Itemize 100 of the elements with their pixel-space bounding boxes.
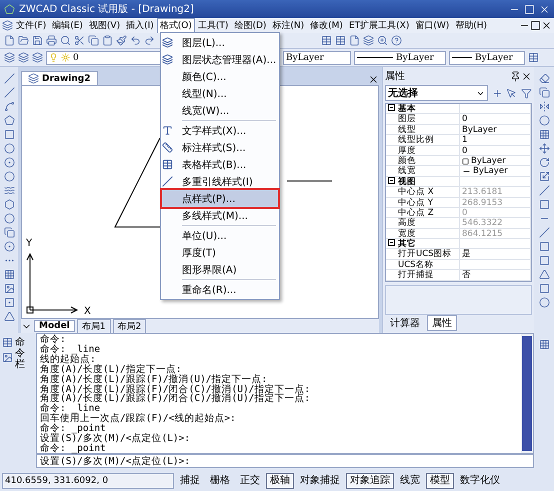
page-icon[interactable] (349, 35, 360, 46)
status-toggle[interactable]: 栅格 (206, 472, 234, 488)
line-icon[interactable] (4, 87, 14, 98)
help-icon[interactable] (391, 35, 402, 46)
close-icon[interactable] (521, 70, 532, 82)
scrollbar[interactable] (521, 334, 533, 453)
menu-entry[interactable]: 线宽(W)... (162, 102, 278, 119)
zoom-icon[interactable] (377, 35, 388, 46)
polygon-icon[interactable] (4, 199, 14, 210)
table-icon[interactable] (2, 337, 13, 348)
menu-item[interactable]: 窗口(W) (412, 18, 452, 33)
layers-icon[interactable] (18, 52, 29, 63)
folder-icon[interactable] (18, 35, 29, 46)
menu-item[interactable]: 工具(T) (194, 18, 232, 33)
menu-entry[interactable]: 多重引线样式(I) (162, 173, 278, 190)
wave-icon[interactable] (4, 185, 14, 196)
brush-icon[interactable] (116, 35, 127, 46)
lineweight-dropdown[interactable]: ByLayer (449, 50, 525, 64)
menu-entry[interactable]: 重命名(R)... (162, 281, 278, 298)
copy-icon[interactable] (88, 35, 99, 46)
menu-entry[interactable]: 图形界限(A) (162, 261, 278, 278)
triangle-icon[interactable] (538, 269, 550, 280)
restore-icon[interactable] (530, 20, 541, 31)
layout-tab[interactable]: 布局1 (76, 318, 111, 334)
menu-item[interactable]: 绘图(D) (231, 18, 270, 33)
circle-icon[interactable] (4, 157, 14, 168)
menu-entry[interactable]: 颜色(C)... (162, 68, 278, 85)
layers-icon[interactable] (32, 52, 43, 63)
table-icon[interactable] (528, 52, 539, 63)
property-value[interactable]: ByLayer (460, 124, 531, 136)
add-icon[interactable] (492, 88, 502, 98)
move-icon[interactable] (538, 143, 550, 154)
document-icon[interactable] (28, 73, 39, 84)
printer-icon[interactable] (46, 35, 57, 46)
menu-item[interactable]: ET扩展工具(X) (346, 18, 412, 33)
property-value[interactable]: 0 (460, 114, 531, 125)
table-icon[interactable] (321, 35, 332, 46)
selection-dropdown[interactable]: 无选择 (385, 85, 488, 101)
close-icon[interactable] (539, 4, 550, 14)
table-icon[interactable] (335, 35, 346, 46)
status-toggle[interactable]: 线宽 (396, 472, 424, 488)
close-icon[interactable] (541, 20, 552, 31)
image-icon[interactable] (4, 283, 14, 294)
collapse-icon[interactable] (388, 104, 394, 111)
layout-tab[interactable]: Model (34, 320, 75, 332)
property-value[interactable]: 0 (460, 146, 531, 156)
close-icon[interactable] (368, 74, 379, 85)
status-toggle[interactable]: 正交 (236, 472, 264, 488)
cut-icon[interactable] (74, 35, 85, 46)
new-file-icon[interactable] (4, 35, 15, 46)
menu-entry[interactable]: 线型(N)... (162, 85, 278, 102)
command-input[interactable]: 设置(S)/多次(M)/<点定位(L)>: (36, 454, 534, 468)
property-value[interactable]: 否 (460, 270, 531, 281)
preview-icon[interactable] (60, 35, 71, 46)
grid-icon[interactable] (538, 339, 550, 350)
document-tab[interactable]: Drawing2 (21, 71, 98, 85)
menu-item[interactable]: 插入(I) (123, 18, 157, 33)
menu-entry[interactable]: 多线样式(M)... (162, 207, 278, 224)
menu-entry[interactable]: 文字样式(X)... (162, 122, 278, 139)
property-value[interactable]: 是 (460, 249, 531, 260)
line-icon[interactable] (4, 73, 14, 84)
scale-icon[interactable] (538, 171, 550, 182)
triangle-icon[interactable] (4, 311, 14, 322)
layers-icon[interactable] (4, 52, 15, 63)
property-value[interactable]: 1 (460, 135, 531, 146)
menu-item[interactable]: 帮助(H) (452, 18, 490, 33)
rectangle-icon[interactable] (4, 129, 14, 140)
menu-entry[interactable]: 表格样式(B)... (162, 156, 278, 173)
save-icon[interactable] (32, 35, 43, 46)
collapse-icon[interactable] (388, 239, 394, 246)
hatch-icon[interactable] (4, 269, 14, 280)
property-value[interactable]: ByLayer (460, 156, 531, 166)
menu-item[interactable]: 格式(O) (156, 18, 195, 33)
array-icon[interactable] (538, 129, 550, 140)
mirror-icon[interactable] (538, 101, 550, 112)
menu-entry[interactable]: 点样式(P)... (162, 190, 278, 207)
undo-icon[interactable] (130, 35, 141, 46)
layers-icon[interactable] (363, 35, 374, 46)
collapse-icon[interactable] (388, 176, 394, 184)
copy-icon[interactable] (538, 87, 550, 98)
maximize-icon[interactable] (524, 4, 535, 14)
menu-entry[interactable]: 厚度(T) (162, 244, 278, 261)
status-toggle[interactable]: 对象捕捉 (296, 472, 344, 488)
filter-icon[interactable] (521, 88, 532, 98)
redo-icon[interactable] (144, 35, 155, 46)
menu-entry[interactable]: 单位(U)... (162, 227, 278, 244)
menu-item[interactable]: 编辑(E) (49, 18, 86, 33)
property-value[interactable]: ByLayer (460, 166, 531, 177)
panel-tab[interactable]: 属性 (427, 315, 457, 331)
status-toggle[interactable]: 数字化仪 (456, 472, 504, 488)
status-toggle[interactable]: 极轴 (266, 472, 294, 488)
menu-item[interactable]: 标注(N) (269, 18, 308, 33)
curve-icon[interactable] (4, 101, 14, 112)
layout-tab[interactable]: 布局2 (112, 318, 146, 334)
pointer-icon[interactable] (506, 88, 518, 98)
document-icon[interactable] (2, 20, 13, 31)
menu-item[interactable]: 修改(M) (307, 18, 346, 33)
status-toggle[interactable]: 模型 (426, 472, 454, 488)
insert-icon[interactable] (4, 241, 14, 252)
color-dropdown[interactable]: ByLayer (283, 50, 351, 64)
